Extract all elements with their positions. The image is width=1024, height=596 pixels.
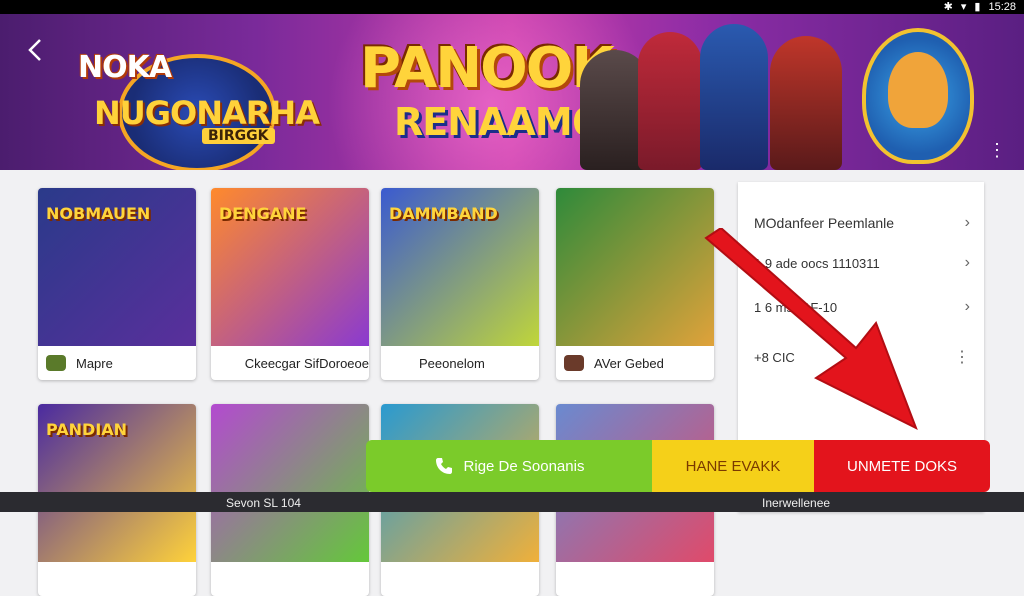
- game-card[interactable]: AVer Gebed: [556, 188, 714, 380]
- game-card-meta: [556, 562, 714, 596]
- game-card-art-title: PANDIAN: [46, 420, 128, 439]
- bluetooth-icon: ✱: [943, 1, 953, 13]
- status-bar: ✱ ▾ ▮ 15:28: [0, 0, 1024, 14]
- game-icon: [564, 571, 584, 587]
- back-button[interactable]: [22, 36, 50, 64]
- banner-title-line-1: PANOOK: [360, 36, 615, 101]
- action-bar: Rige De Soonanis HANE EVAKK UNMETE DOKS: [366, 440, 990, 492]
- game-card-meta: Peeonelom: [381, 346, 539, 380]
- character-2: [638, 32, 702, 170]
- hero-banner[interactable]: NOKA NUGONARHA BIRGGK PANOOK RENAAM6 ⋮: [0, 14, 1024, 170]
- game-card[interactable]: DAMMBAND Peeonelom: [381, 188, 539, 380]
- game-card-art: DAMMBAND: [381, 188, 539, 346]
- game-icon: [46, 571, 66, 587]
- game-icon: [219, 355, 235, 371]
- game-card-art: DENGANE: [211, 188, 369, 346]
- character-4: [770, 36, 842, 170]
- game-card-meta: [211, 562, 369, 596]
- unmute-button[interactable]: UNMETE DOKS: [814, 440, 990, 492]
- signal-icon: ▮: [974, 1, 981, 13]
- game-card-art: NOBMAUEN: [38, 188, 196, 346]
- game-icon: [389, 571, 409, 587]
- banner-characters: [580, 20, 850, 170]
- logo-tag: BIRGGK: [202, 128, 275, 144]
- game-card-art: [211, 404, 369, 562]
- kebab-icon: ⋮: [954, 349, 970, 366]
- game-card-meta: Mapre: [38, 346, 196, 380]
- game-icon: [219, 571, 239, 587]
- phone-icon: [435, 458, 452, 474]
- game-icon: [564, 355, 584, 371]
- game-card[interactable]: DENGANE Ckeecgar SifDoroeoe: [211, 188, 369, 380]
- game-card-meta: Ckeecgar SifDoroeoe: [211, 346, 369, 380]
- bottom-right-text: Inerwellenee: [762, 496, 831, 510]
- middle-button[interactable]: HANE EVAKK: [652, 440, 814, 492]
- status-time: 15:28: [988, 1, 1016, 13]
- game-card-art-title: NOBMAUEN: [46, 204, 151, 223]
- middle-button-label: HANE EVAKK: [685, 457, 781, 475]
- game-card-meta: [381, 562, 539, 596]
- game-card-art: PANDIAN: [38, 404, 196, 562]
- game-card[interactable]: NOBMAUEN Mapre: [38, 188, 196, 380]
- chevron-right-icon: ›: [964, 254, 970, 271]
- kebab-icon[interactable]: ⋮: [988, 140, 1006, 161]
- game-card-label: AVer Gebed: [594, 355, 664, 371]
- game-card-meta: AVer Gebed: [556, 346, 714, 380]
- game-icon: [389, 355, 409, 371]
- chevron-left-icon: [28, 39, 41, 61]
- status-icons: ✱ ▾ ▮ 15:28: [944, 0, 1016, 14]
- chevron-right-icon: ›: [964, 298, 970, 315]
- game-logo: NOKA NUGONARHA BIRGGK: [70, 38, 320, 170]
- bottom-left-text: Sevon SL 104: [226, 496, 301, 510]
- game-card-label: Peeonelom: [419, 355, 485, 371]
- logo-line-1: NOKA: [78, 50, 172, 85]
- game-card-art-title: DAMMBAND: [389, 204, 498, 223]
- unmute-button-label: UNMETE DOKS: [846, 457, 957, 475]
- mascot-badge: [862, 28, 974, 164]
- red-arrow-icon: [704, 228, 918, 431]
- chevron-right-icon: ›: [964, 214, 970, 231]
- mascot-face: [888, 52, 948, 128]
- call-button-label: Rige De Soonanis: [463, 457, 585, 475]
- banner-title: PANOOK RENAAM6: [360, 36, 615, 146]
- bottom-strip: Sevon SL 104 Inerwellenee: [0, 492, 1024, 512]
- game-card-art: [556, 188, 714, 346]
- game-icon: [46, 355, 66, 371]
- game-card-art-title: DENGANE: [219, 204, 307, 223]
- game-card-label: Ckeecgar SifDoroeoe: [244, 355, 369, 371]
- logo-line-2: NUGONARHA: [94, 94, 320, 132]
- banner-title-line-2: RENAAM6: [394, 100, 598, 144]
- call-button[interactable]: Rige De Soonanis: [366, 440, 652, 492]
- character-3: [700, 24, 768, 170]
- game-card-label: Mapre: [76, 355, 113, 371]
- wifi-icon: ▾: [960, 1, 967, 13]
- game-card-meta: [38, 562, 196, 596]
